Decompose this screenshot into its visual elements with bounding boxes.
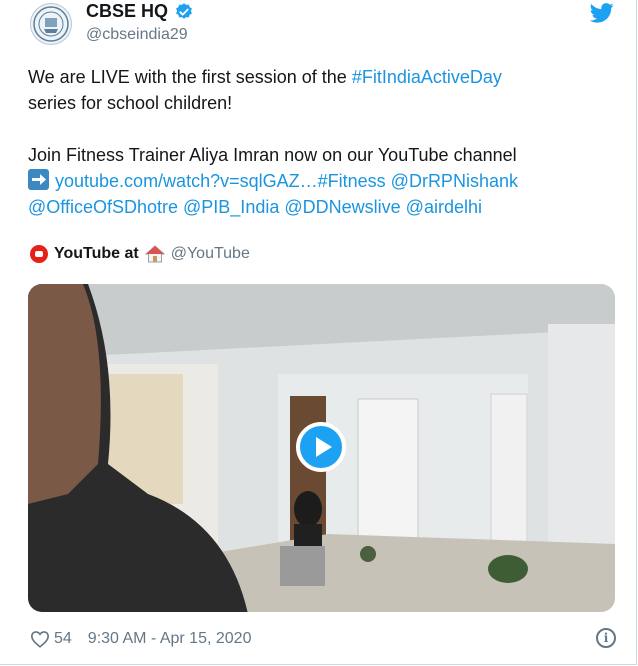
source-name[interactable]: YouTube at	[54, 245, 139, 263]
tweet-timestamp[interactable]: 9:30 AM - Apr 15, 2020	[88, 630, 252, 648]
author-avatar[interactable]	[30, 3, 72, 45]
right-arrow-emoji-icon	[28, 169, 49, 190]
house-emoji-icon	[144, 245, 165, 263]
author-handle[interactable]: @cbseindia29	[86, 26, 188, 44]
source-handle[interactable]: @YouTube	[171, 245, 250, 263]
mention-link[interactable]: @DDNewslive	[284, 197, 400, 217]
tweet-text-span: series for school children!	[28, 93, 233, 113]
heart-icon[interactable]	[30, 630, 50, 648]
cbse-logo-icon	[33, 6, 69, 42]
author-display-name-row[interactable]: CBSE HQ	[86, 1, 194, 22]
mention-link[interactable]: @PIB_India	[183, 197, 279, 217]
video-player[interactable]	[28, 284, 615, 612]
youtube-logo-icon	[30, 245, 48, 263]
tweet-text-line: youtube.com/watch?v=sqlGAZ…#Fitness @DrR…	[28, 168, 618, 194]
hashtag-link[interactable]: #Fitness	[318, 171, 386, 191]
tweet-text-line: Join Fitness Trainer Aliya Imran now on …	[28, 142, 618, 168]
like-count[interactable]: 54	[54, 630, 72, 648]
tweet-footer: 54 9:30 AM - Apr 15, 2020 i	[30, 628, 616, 650]
tweet-text-line: We are LIVE with the first session of th…	[28, 64, 618, 90]
tweet-text-span: Join Fitness Trainer Aliya Imran now on …	[28, 145, 517, 165]
tweet-card: CBSE HQ @cbseindia29 We are LIVE with th…	[0, 0, 637, 665]
verified-badge-icon	[176, 2, 192, 19]
hashtag-link[interactable]: #FitIndiaActiveDay	[352, 67, 502, 87]
tweet-text-line: series for school children!	[28, 90, 618, 116]
info-icon[interactable]: i	[596, 628, 616, 648]
author-display-name[interactable]: CBSE HQ	[86, 1, 168, 22]
mention-link[interactable]: @airdelhi	[406, 197, 482, 217]
tweet-text-span: We are LIVE with the first session of th…	[28, 67, 352, 87]
tweet-text-line	[28, 116, 618, 142]
tweet-text: We are LIVE with the first session of th…	[28, 64, 618, 220]
mention-link[interactable]: @OfficeOfSDhotre	[28, 197, 178, 217]
source-attribution[interactable]: YouTube at @YouTube	[30, 245, 250, 263]
twitter-bird-icon[interactable]	[590, 3, 614, 23]
url-link[interactable]: youtube.com/watch?v=sqlGAZ…	[55, 171, 318, 191]
tweet-text-line: @OfficeOfSDhotre @PIB_India @DDNewslive …	[28, 194, 618, 220]
mention-link[interactable]: @DrRPNishank	[391, 171, 518, 191]
play-button[interactable]	[296, 422, 346, 472]
